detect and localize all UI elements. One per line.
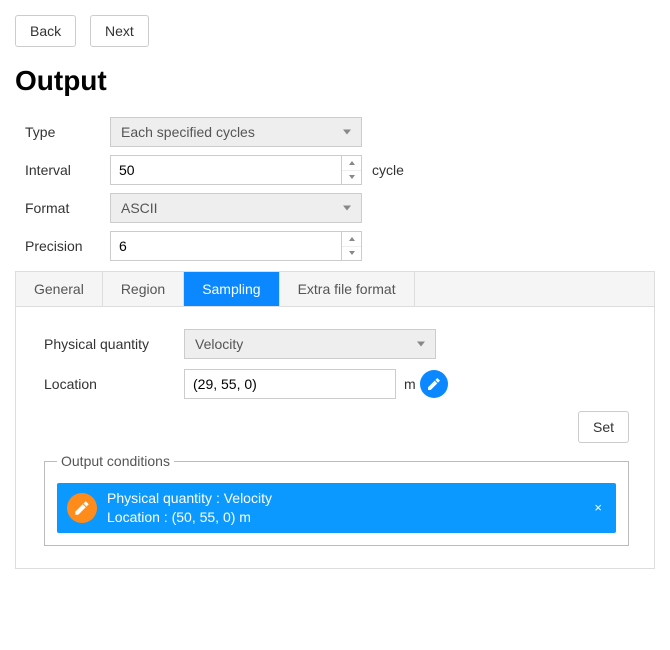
location-label: Location — [44, 376, 184, 392]
interval-step-down[interactable] — [342, 171, 361, 185]
output-condition-line2: Location : (50, 55, 0) m — [107, 508, 590, 527]
physical-quantity-label: Physical quantity — [44, 336, 184, 352]
output-condition-item[interactable]: Physical quantity : Velocity Location : … — [57, 483, 616, 533]
output-condition-line1: Physical quantity : Velocity — [107, 489, 590, 508]
precision-step-down[interactable] — [342, 247, 361, 261]
chevron-up-icon — [349, 161, 355, 165]
interval-label: Interval — [25, 162, 110, 178]
type-label: Type — [25, 124, 110, 140]
page-title: Output — [15, 65, 655, 97]
chevron-down-icon — [417, 342, 425, 347]
next-button[interactable]: Next — [90, 15, 149, 47]
interval-input[interactable] — [110, 155, 342, 185]
interval-step-up[interactable] — [342, 156, 361, 171]
edit-icon — [426, 376, 442, 392]
type-select[interactable]: Each specified cycles — [110, 117, 362, 147]
tab-extra-file-format[interactable]: Extra file format — [280, 272, 415, 306]
location-unit: m — [404, 376, 416, 392]
remove-condition-button[interactable]: × — [590, 500, 606, 515]
format-label: Format — [25, 200, 110, 216]
tab-region[interactable]: Region — [103, 272, 184, 306]
type-select-value: Each specified cycles — [121, 124, 255, 140]
chevron-down-icon — [349, 251, 355, 255]
physical-quantity-value: Velocity — [195, 336, 243, 352]
precision-input[interactable] — [110, 231, 342, 261]
chevron-up-icon — [349, 237, 355, 241]
format-select-value: ASCII — [121, 200, 158, 216]
pick-location-button[interactable] — [420, 370, 448, 398]
chevron-down-icon — [343, 206, 351, 211]
output-conditions-legend: Output conditions — [57, 453, 174, 469]
output-condition-text: Physical quantity : Velocity Location : … — [107, 489, 590, 527]
interval-unit: cycle — [372, 162, 404, 178]
precision-step-up[interactable] — [342, 232, 361, 247]
chevron-down-icon — [349, 175, 355, 179]
condition-badge-icon — [67, 493, 97, 523]
format-select[interactable]: ASCII — [110, 193, 362, 223]
edit-icon — [73, 499, 91, 517]
tab-general[interactable]: General — [16, 272, 103, 306]
location-input[interactable] — [184, 369, 396, 399]
tab-sampling[interactable]: Sampling — [184, 272, 279, 306]
set-button[interactable]: Set — [578, 411, 629, 443]
precision-label: Precision — [25, 238, 110, 254]
chevron-down-icon — [343, 130, 351, 135]
physical-quantity-select[interactable]: Velocity — [184, 329, 436, 359]
back-button[interactable]: Back — [15, 15, 76, 47]
output-conditions-group: Output conditions Physical quantity : Ve… — [44, 453, 629, 546]
